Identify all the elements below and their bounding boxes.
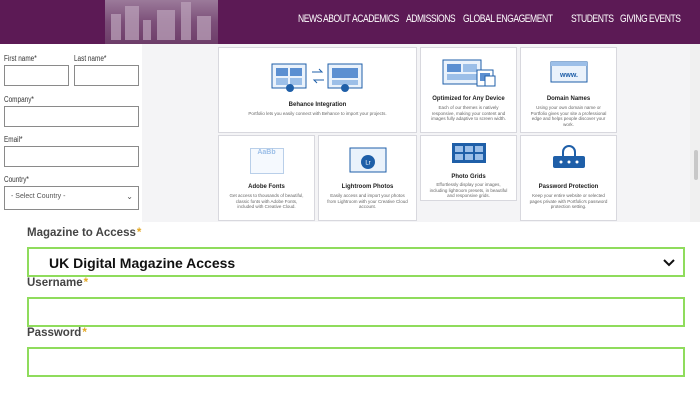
feature-title: Adobe Fonts <box>248 184 285 190</box>
nav-admissions[interactable]: ADMISSIONS <box>406 13 456 25</box>
signup-form: First name* Last name* Company* Email* C… <box>0 44 142 222</box>
magazine-select-value: UK Digital Magazine Access <box>49 255 236 271</box>
country-label: Country* <box>4 175 29 184</box>
nav-students[interactable]: STUDENTS <box>571 13 614 25</box>
username-label: Username* <box>27 277 89 289</box>
feature-title: Password Protection <box>538 184 599 190</box>
username-input[interactable] <box>27 297 685 327</box>
feature-desc: Keep your entire website or selected pag… <box>529 193 608 209</box>
feature-title: Domain Names <box>546 96 591 102</box>
feature-card-lightroom: Lr Lightroom Photos Easily access and im… <box>318 135 417 221</box>
feature-title: Behance Integration <box>288 102 347 108</box>
nav-events[interactable]: EVENTS <box>649 13 681 25</box>
feature-card-behance: Behance Integration Portfolio lets you e… <box>218 47 417 133</box>
feature-desc: Each of our themes is natively responsiv… <box>431 105 506 121</box>
behance-sync-icon <box>271 63 362 92</box>
devices-icon <box>442 59 495 87</box>
lock-icon <box>552 145 585 168</box>
main-nav: NEWS ABOUT ACADEMICS ADMISSIONS GLOBAL E… <box>298 13 683 25</box>
domain-icon: www. <box>550 61 587 83</box>
password-input[interactable] <box>27 347 685 377</box>
feature-title: Lightroom Photos <box>341 184 394 190</box>
fonts-icon: AaBb <box>249 148 284 174</box>
feature-desc: Easily access and import your photos fro… <box>327 193 408 209</box>
required-mark: * <box>83 277 89 289</box>
company-label: Company* <box>4 95 34 104</box>
feature-card-photo-grids: Photo Grids Effortlessly display your im… <box>420 135 517 201</box>
fonts-icon-text: AaBb <box>257 149 276 156</box>
campus-hero-image <box>105 0 218 44</box>
nav-giving[interactable]: GIVING <box>620 13 648 25</box>
feature-desc: Get access to thousands of beautiful, cl… <box>229 193 304 209</box>
email-label: Email* <box>4 135 23 144</box>
scrollbar-track[interactable] <box>690 44 700 222</box>
chevron-down-icon <box>663 259 675 267</box>
lightroom-icon: Lr <box>349 147 386 173</box>
feature-desc: Portfolio lets you easily connect with B… <box>248 111 387 116</box>
email-input[interactable] <box>4 146 139 167</box>
svg-text:Lr: Lr <box>365 161 370 167</box>
required-mark: * <box>82 327 87 339</box>
domain-icon-text: www. <box>558 72 577 79</box>
feature-title: Photo Grids <box>451 174 486 180</box>
company-input[interactable] <box>4 106 139 127</box>
chevron-down-icon: ⌄ <box>126 192 133 201</box>
feature-desc: Using your own domain name or Portfolio … <box>530 105 607 127</box>
magazine-label: Magazine to Access* <box>27 227 142 239</box>
first-name-label: First name* <box>4 54 37 63</box>
feature-card-password: Password Protection Keep your entire web… <box>520 135 617 221</box>
country-select[interactable]: - Select Country - ⌄ <box>4 186 139 210</box>
first-name-input[interactable] <box>4 65 69 86</box>
country-select-value: - Select Country - <box>11 193 66 200</box>
feature-card-devices: Optimized for Any Device Each of our the… <box>420 47 517 133</box>
last-name-label: Last name* <box>74 54 107 63</box>
feature-card-domain: www. Domain Names Using your own domain … <box>520 47 617 133</box>
feature-desc: Effortlessly display your images, includ… <box>429 182 508 198</box>
nav-academics[interactable]: ACADEMICS <box>352 13 399 25</box>
features-grid: Behance Integration Portfolio lets you e… <box>142 44 700 222</box>
scrollbar-thumb[interactable] <box>694 150 698 180</box>
magazine-select[interactable]: UK Digital Magazine Access <box>27 247 685 277</box>
nav-news[interactable]: NEWS <box>298 13 322 25</box>
required-mark: * <box>136 227 142 239</box>
feature-title: Optimized for Any Device <box>432 96 505 102</box>
feature-card-fonts: AaBb Adobe Fonts Get access to thousands… <box>218 135 315 221</box>
last-name-input[interactable] <box>74 65 139 86</box>
password-label: Password* <box>27 327 87 339</box>
photo-grid-icon <box>451 143 486 163</box>
nav-about[interactable]: ABOUT <box>323 13 351 25</box>
nav-global-engagement[interactable]: GLOBAL ENGAGEMENT <box>463 13 553 25</box>
